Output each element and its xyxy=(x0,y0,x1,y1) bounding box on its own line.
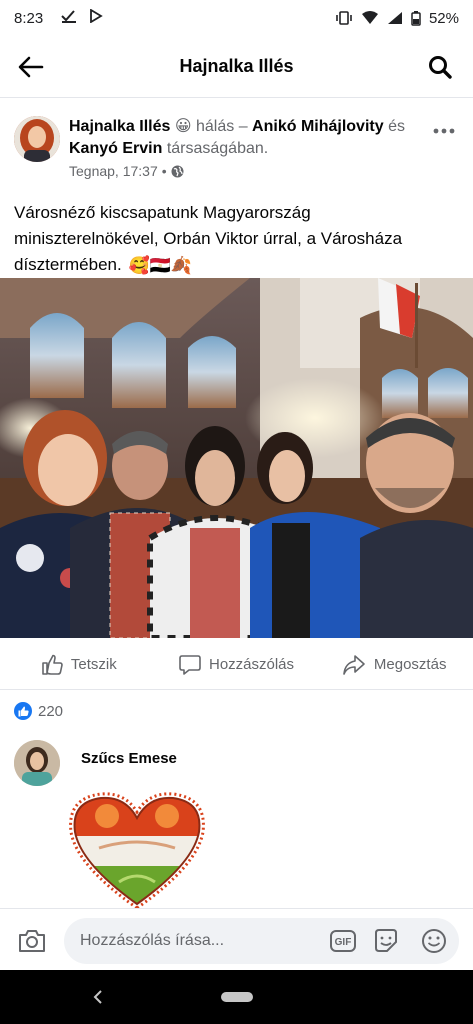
share-label: Megosztás xyxy=(373,656,447,673)
status-notification-icons xyxy=(61,8,103,27)
status-time: 8:23 xyxy=(14,9,44,27)
reactions-summary[interactable]: 220 xyxy=(14,702,63,720)
post-meta: Hajnalka Illés 😀 hálás – Anikó Mihájlovi… xyxy=(69,116,414,160)
reaction-count: 220 xyxy=(38,702,64,720)
post-timestamp[interactable]: Tegnap, 17:37 xyxy=(69,163,158,179)
nav-home-pill[interactable] xyxy=(221,992,253,1002)
chevron-left-icon xyxy=(93,990,102,1004)
battery-icon xyxy=(411,10,421,26)
post-action-bar: Tetszik Hozzászólás Megosztás xyxy=(0,640,473,690)
more-options-button[interactable] xyxy=(433,122,455,134)
emoji-button[interactable] xyxy=(420,927,448,955)
system-nav-bar xyxy=(0,970,473,1024)
battery-percent: 52% xyxy=(428,9,459,27)
tagged-person-2[interactable]: Kanyó Ervin xyxy=(69,140,162,157)
status-system-icons: 52% xyxy=(335,10,459,27)
comment-bubble-icon xyxy=(179,654,201,675)
play-store-icon xyxy=(89,8,103,27)
share-arrow-icon xyxy=(343,654,365,675)
author-avatar[interactable] xyxy=(14,116,60,162)
comment-label: Hozzászólás xyxy=(208,656,295,673)
signal-icon xyxy=(387,11,403,25)
back-button[interactable] xyxy=(14,52,48,82)
like-label: Tetszik xyxy=(70,656,117,673)
search-icon xyxy=(429,56,452,79)
post-photo[interactable] xyxy=(0,278,473,638)
app-header: Hajnalka Illés xyxy=(0,36,473,98)
camera-button[interactable] xyxy=(16,925,48,957)
post-body: Városnéző kiscsapatunk Magyarország mini… xyxy=(14,203,403,274)
time-dot: • xyxy=(161,163,167,179)
wifi-icon xyxy=(361,11,379,25)
post-text: Városnéző kiscsapatunk Magyarország mini… xyxy=(14,200,459,279)
smiley-icon xyxy=(422,929,446,953)
post-header: Hajnalka Illés 😀 hálás – Anikó Mihájlovi… xyxy=(14,112,459,186)
post-author-name[interactable]: Hajnalka Illés xyxy=(69,118,170,135)
gif-button[interactable]: GIF xyxy=(329,927,357,955)
separator-dash: – xyxy=(238,118,248,135)
page-title: Hajnalka Illés xyxy=(179,56,294,76)
comment-input-container: GIF xyxy=(64,918,459,964)
like-button[interactable]: Tetszik xyxy=(0,640,158,689)
post-time-row: Tegnap, 17:37 • xyxy=(69,163,184,179)
post-emojis: 🥰🇪🇬🍂 xyxy=(128,255,192,275)
and-word: és xyxy=(388,118,405,135)
commenter-avatar[interactable] xyxy=(14,740,60,786)
search-button[interactable] xyxy=(425,52,455,82)
commenter-name[interactable]: Szűcs Emese xyxy=(81,750,177,767)
like-reaction-icon xyxy=(14,702,32,720)
heart-sticker xyxy=(69,792,205,912)
download-check-icon xyxy=(61,9,77,27)
comment-button[interactable]: Hozzászólás xyxy=(158,640,316,689)
arrow-left-icon xyxy=(18,56,44,78)
svg-text:GIF: GIF xyxy=(335,937,352,948)
globe-icon xyxy=(171,165,184,177)
comment-input[interactable] xyxy=(64,918,324,964)
nav-back-button[interactable] xyxy=(88,985,108,1009)
sticker-icon xyxy=(375,929,397,952)
camera-icon xyxy=(19,930,45,952)
thumbs-up-icon xyxy=(42,654,63,675)
share-button[interactable]: Megosztás xyxy=(315,640,473,689)
more-dots-icon xyxy=(433,128,455,134)
feeling-emoji: 😀 xyxy=(174,118,192,135)
comment-composer: GIF xyxy=(0,908,473,970)
sticker-button[interactable] xyxy=(372,927,400,955)
gif-icon: GIF xyxy=(330,930,356,952)
status-bar: 8:23 52% xyxy=(0,0,473,36)
vibrate-icon xyxy=(335,11,353,25)
feeling-text: hálás xyxy=(195,118,235,135)
company-suffix: társaságában. xyxy=(166,140,269,157)
tagged-person-1[interactable]: Anikó Mihájlovity xyxy=(252,118,384,135)
